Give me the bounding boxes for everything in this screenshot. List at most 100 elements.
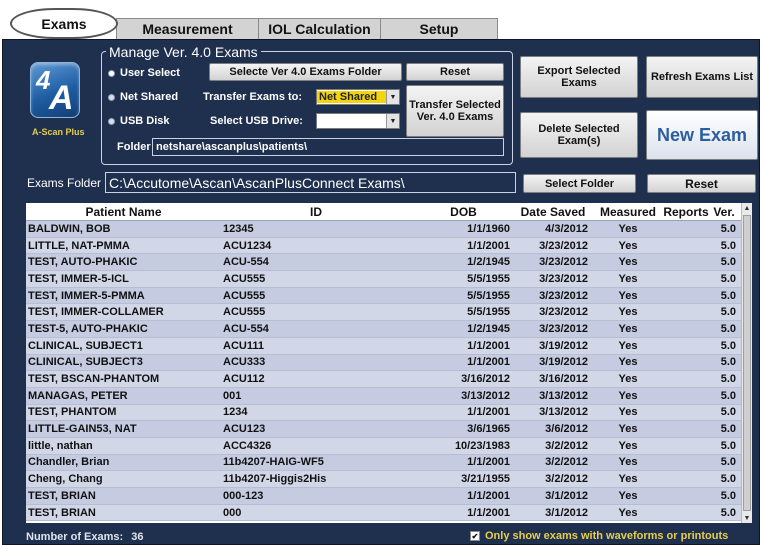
cell-measured: Yes (618, 456, 638, 469)
cell-patient-name: Cheng, Chang (28, 473, 103, 486)
cell-dob: 1/1/2001 (467, 506, 510, 519)
table-row[interactable]: LITTLE-GAIN53, NAT ACU123 3/6/1965 3/6/2012… (26, 421, 742, 438)
cell-measured: Yes (618, 289, 638, 302)
folder-label: Folder (117, 141, 151, 153)
table-row[interactable]: little, nathan ACC4326 10/23/1983 3/2/2012 Y… (26, 437, 742, 455)
cell-version: 5.0 (720, 406, 736, 419)
exams-folder-reset-button[interactable]: Reset (647, 174, 756, 193)
radio-usb-disk-label: USB Disk (120, 115, 170, 127)
table-row[interactable]: TEST, BSCAN-PHANTOM ACU112 3/16/2012 3/16/2… (26, 371, 742, 388)
cell-dob: 5/5/1955 (467, 272, 510, 285)
refresh-exams-list-button[interactable]: Refresh Exams List (646, 56, 758, 98)
column-header-reports[interactable]: Reports (663, 203, 708, 220)
export-selected-exams-button[interactable]: Export Selected Exams (520, 56, 638, 98)
cell-measured: Yes (618, 406, 638, 419)
cell-dob: 1/1/2001 (467, 239, 510, 252)
cell-date-saved: 3/23/2012 (539, 256, 588, 269)
table-row[interactable]: TEST-5, AUTO-PHAKIC ACU-554 1/2/1945 3/23/2… (26, 321, 742, 338)
radio-net-shared-label: Net Shared (120, 91, 179, 103)
radio-usb-disk[interactable]: USB Disk (108, 115, 170, 127)
transfer-exams-label: Transfer Exams to: (203, 91, 303, 103)
cell-id: ACU-554 (223, 256, 269, 269)
cell-patient-name: TEST-5, AUTO-PHAKIC (28, 322, 148, 335)
exam-count-value: 36 (131, 531, 144, 543)
column-header-dob[interactable]: DOB (411, 203, 516, 220)
tab-setup[interactable]: Setup (380, 18, 498, 39)
usb-drive-label: Select USB Drive: (210, 115, 303, 127)
transfer-exams-button[interactable]: Transfer Selected Ver. 4.0 Exams (406, 85, 504, 137)
cell-measured: Yes (618, 389, 638, 402)
column-header-date-saved[interactable]: Date Saved (516, 203, 590, 220)
cell-version: 5.0 (720, 322, 736, 335)
table-row[interactable]: TEST, IMMER-5-ICL ACU555 5/5/1955 3/23/2012… (26, 271, 742, 288)
cell-reports (666, 488, 706, 504)
column-header-measured[interactable]: Measured (590, 203, 666, 220)
table-scrollbar[interactable]: ▲ ▼ (741, 203, 752, 523)
table-row[interactable]: MANAGAS, PETER 001 3/13/2012 3/13/2012 Yes 5.… (26, 387, 742, 405)
cell-dob: 1/1/1960 (467, 222, 510, 235)
table-row[interactable]: TEST, PHANTOM 1234 1/1/2001 3/13/2012 Yes 5.0 (26, 404, 742, 422)
cell-version: 5.0 (720, 306, 736, 319)
cell-date-saved: 3/19/2012 (539, 356, 588, 369)
transfer-target-dropdown[interactable]: Net Shared ▼ (316, 89, 400, 105)
cell-version: 5.0 (720, 423, 736, 436)
cell-reports (666, 238, 706, 254)
cell-reports (666, 388, 706, 404)
cell-patient-name: TEST, IMMER-5-ICL (28, 272, 129, 285)
tab-measurement[interactable]: Measurement (116, 18, 259, 39)
cell-measured: Yes (618, 256, 638, 269)
cell-id: ACU111 (223, 339, 264, 352)
cell-measured: Yes (618, 339, 638, 352)
table-row[interactable]: LITTLE, NAT-PMMA ACU1234 1/1/2001 3/23/2012… (26, 237, 742, 255)
cell-version: 5.0 (720, 373, 736, 386)
transfer-target-value: Net Shared (317, 91, 386, 103)
table-row[interactable]: CLINICAL, SUBJECT3 ACU333 1/1/2001 3/19/201… (26, 354, 742, 372)
column-header-patient-name[interactable]: Patient Name (26, 203, 221, 220)
table-row[interactable]: Chandler, Brian 11b4207-HAIG-WF5 1/1/2001 3… (26, 454, 742, 472)
table-row[interactable]: TEST, IMMER-COLLAMER ACU555 5/5/1955 3/23/2… (26, 304, 742, 322)
arrow-down-icon[interactable]: ▼ (742, 513, 752, 523)
cell-measured: Yes (618, 306, 638, 319)
cell-reports (666, 455, 706, 471)
select-folder-button[interactable]: Select Folder (523, 174, 636, 193)
new-exam-button[interactable]: New Exam (646, 110, 758, 160)
usb-drive-dropdown[interactable]: ▼ (316, 113, 400, 129)
table-row[interactable]: Cheng, Chang 11b4207-Higgis2His 3/21/1955 3… (26, 471, 742, 488)
cell-dob: 3/13/2012 (461, 389, 510, 402)
tab-iol-calculation[interactable]: IOL Calculation (258, 18, 381, 39)
cell-reports (666, 288, 706, 304)
cell-date-saved: 3/23/2012 (539, 289, 588, 302)
table-row[interactable]: TEST, BRIAN 000-123 1/1/2001 3/1/2012 Yes 5.0 (26, 488, 742, 505)
cell-date-saved: 3/13/2012 (539, 389, 588, 402)
table-rows: BALDWIN, BOB 12345 1/1/1960 4/3/2012 Yes 5.0 L… (26, 221, 742, 522)
radio-net-shared[interactable]: Net Shared (108, 91, 178, 103)
scrollbar-thumb[interactable] (743, 215, 751, 511)
arrow-up-icon[interactable]: ▲ (742, 203, 752, 213)
cell-id: 000 (223, 506, 242, 519)
delete-selected-exams-button[interactable]: Delete Selected Exam(s) (520, 112, 638, 158)
cell-measured: Yes (618, 439, 638, 452)
column-header-id[interactable]: ID (221, 203, 411, 220)
cell-version: 5.0 (720, 356, 736, 369)
waveform-filter-checkbox[interactable]: ✔ Only show exams with waveforms or prin… (470, 530, 728, 542)
cell-date-saved: 3/23/2012 (539, 272, 588, 285)
cell-id: ACU-554 (223, 322, 269, 335)
table-header: Patient Name ID DOB Date Saved Measured … (26, 203, 742, 221)
table-row[interactable]: TEST, IMMER-5-PMMA ACU555 5/5/1955 3/23/201… (26, 287, 742, 305)
table-row[interactable]: TEST, BRIAN 000 1/1/2001 3/1/2012 Yes 5.0 (26, 504, 742, 522)
exams-folder-path-field[interactable]: C:\Accutome\Ascan\AscanPlusConnect Exams… (105, 172, 516, 193)
cell-version: 5.0 (720, 339, 736, 352)
table-row[interactable]: TEST, AUTO-PHAKIC ACU-554 1/2/1945 3/23/201… (26, 254, 742, 272)
table-row[interactable]: BALDWIN, BOB 12345 1/1/1960 4/3/2012 Yes 5.0 (26, 221, 742, 238)
manage-reset-button[interactable]: Reset (406, 63, 504, 81)
select-exams-folder-button[interactable]: Selecte Ver 4.0 Exams Folder (209, 63, 402, 81)
column-header-version[interactable]: Ver. (706, 203, 742, 220)
radio-user-select[interactable]: User Select (108, 67, 180, 79)
cell-patient-name: Chandler, Brian (28, 456, 110, 469)
tab-exams[interactable]: Exams (10, 8, 118, 39)
radio-dot-icon (108, 93, 115, 101)
cell-patient-name: little, nathan (28, 439, 93, 452)
table-row[interactable]: CLINICAL, SUBJECT1 ACU111 1/1/2001 3/19/201… (26, 337, 742, 355)
cell-date-saved: 3/23/2012 (539, 239, 588, 252)
folder-path-field[interactable]: netshare\ascanplus\patients\ (152, 138, 504, 156)
